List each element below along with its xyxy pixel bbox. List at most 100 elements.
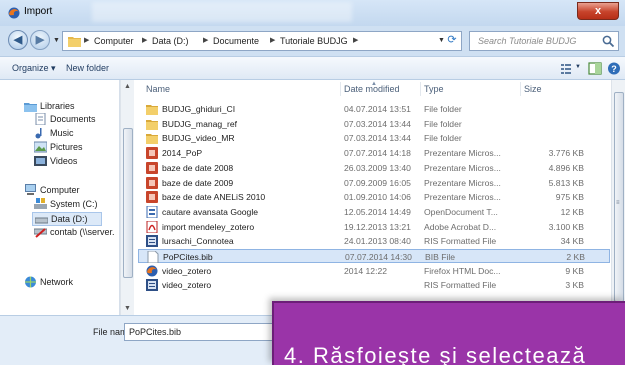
file-size-cell: 34 KB bbox=[560, 236, 584, 247]
scroll-down-arrow-icon[interactable]: ▼ bbox=[124, 305, 131, 312]
file-size-cell: 2 KB bbox=[566, 252, 585, 262]
file-row[interactable]: lursachi_Connotea 24.01.2013 08:40 RIS For… bbox=[138, 234, 610, 248]
breadcrumb-separator: ▶ bbox=[142, 37, 148, 44]
breadcrumb-separator: ▶ bbox=[270, 37, 276, 44]
file-date-cell: 07.03.2014 13:44 bbox=[344, 133, 411, 144]
scroll-up-arrow-icon[interactable]: ▲ bbox=[124, 83, 131, 90]
callout-text: 4. Răsfoieşte şi selectează bbox=[284, 343, 587, 365]
file-row[interactable]: BUDJG_ghiduri_CI 04.07.2014 13:51 File fol… bbox=[138, 102, 610, 116]
file-row-selected[interactable]: PoPCites.bib 07.07.2014 14:30 BIB File 2 KB bbox=[138, 249, 610, 263]
import-dialog: Import x ◀ ▶ ▼ ▶ Computer ▶ Data (D:) ▶ … bbox=[0, 0, 625, 365]
file-type-cell: RIS Formatted File bbox=[424, 280, 497, 291]
ris-icon bbox=[146, 279, 158, 292]
navigation-scrollbar[interactable]: ▲ ▼ bbox=[120, 80, 134, 315]
file-date-cell: 07.07.2014 14:30 bbox=[345, 252, 412, 262]
file-date-cell: 07.07.2014 14:18 bbox=[344, 148, 411, 159]
file-row[interactable]: baze de date 2009 07.09.2009 16:05 Prezent… bbox=[138, 176, 610, 190]
search-input[interactable]: Search Tutoriale BUDJG bbox=[469, 31, 619, 51]
music-icon bbox=[35, 128, 42, 139]
file-type-cell: Prezentare Micros... bbox=[424, 192, 501, 203]
file-type-cell: Prezentare Micros... bbox=[424, 148, 501, 159]
file-name-cell: BUDJG_video_MR bbox=[162, 133, 235, 144]
file-row[interactable]: baze de date 2008 26.03.2009 13:40 Prezent… bbox=[138, 161, 610, 175]
file-row[interactable]: video_zotero 2014 12:22 Firefox HTML Doc..… bbox=[138, 264, 610, 278]
file-type-cell: Prezentare Micros... bbox=[424, 162, 501, 173]
breadcrumb-separator: ▶ bbox=[353, 37, 359, 44]
file-row[interactable]: import mendeley_zotero 19.12.2013 13:21 Ad… bbox=[138, 220, 610, 234]
powerpoint-icon bbox=[146, 161, 158, 174]
search-icon[interactable] bbox=[602, 35, 615, 48]
search-placeholder: Search Tutoriale BUDJG bbox=[478, 36, 577, 46]
preview-pane-icon[interactable] bbox=[588, 62, 602, 75]
nav-item-label: Computer bbox=[40, 185, 80, 195]
new-folder-button[interactable]: New folder bbox=[66, 63, 109, 73]
file-row[interactable]: BUDJG_manag_ref 07.03.2014 13:44 File fold… bbox=[138, 117, 610, 131]
scrollbar-thumb[interactable] bbox=[614, 92, 624, 302]
file-name-cell: cautare avansata Google bbox=[162, 206, 259, 217]
nav-item-data-d[interactable]: Data (D:) bbox=[32, 212, 102, 226]
file-row[interactable]: baze de date ANELiS 2010 01.09.2010 14:06… bbox=[138, 190, 610, 204]
column-header-type[interactable]: Type bbox=[424, 84, 444, 94]
file-date-cell: 26.03.2009 13:40 bbox=[344, 162, 411, 173]
column-divider[interactable] bbox=[520, 82, 521, 96]
nav-item-label: Documents bbox=[50, 114, 96, 124]
file-size-cell: 3.100 KB bbox=[548, 221, 584, 232]
breadcrumb-data-drive[interactable]: Data (D:) bbox=[152, 36, 189, 46]
folder-icon bbox=[146, 119, 158, 130]
organize-button[interactable]: Organize ▾ bbox=[12, 63, 56, 74]
network-drive-icon bbox=[34, 228, 47, 238]
recent-pages-dropdown-icon[interactable]: ▼ bbox=[53, 37, 60, 44]
nav-item-label: Data (D:) bbox=[51, 214, 88, 224]
powerpoint-icon bbox=[146, 191, 158, 204]
column-divider[interactable] bbox=[340, 82, 341, 96]
file-name-cell: lursachi_Connotea bbox=[162, 236, 234, 247]
column-header-date-modified[interactable]: Date modified bbox=[344, 84, 400, 94]
address-bar[interactable]: ▶ Computer ▶ Data (D:) ▶ Documente ▶ Tut… bbox=[62, 31, 462, 51]
file-type-cell: Firefox HTML Doc... bbox=[424, 265, 501, 276]
breadcrumb-documente[interactable]: Documente bbox=[213, 36, 259, 46]
back-button[interactable]: ◀ bbox=[8, 30, 28, 50]
refresh-icon[interactable]: ⟳ bbox=[445, 33, 459, 47]
firefox-icon bbox=[8, 7, 20, 19]
file-row[interactable]: video_zotero RIS Formatted File 3 KB bbox=[138, 278, 610, 292]
nav-item-label: Videos bbox=[50, 156, 78, 166]
file-date-cell: 07.09.2009 16:05 bbox=[344, 177, 411, 188]
scrollbar-thumb[interactable] bbox=[123, 128, 133, 278]
file-name-cell: baze de date ANELiS 2010 bbox=[162, 192, 266, 203]
file-type-cell: OpenDocument T... bbox=[424, 206, 498, 217]
breadcrumb-computer[interactable]: Computer bbox=[94, 36, 134, 46]
file-size-cell: 4.896 KB bbox=[548, 162, 584, 173]
file-type-cell: File folder bbox=[424, 118, 462, 129]
close-button[interactable]: x bbox=[577, 2, 619, 20]
view-options-icon[interactable] bbox=[560, 62, 574, 75]
file-date-cell: 24.01.2013 08:40 bbox=[344, 236, 411, 247]
file-row[interactable]: 2014_PoP 07.07.2014 14:18 Prezentare Micro… bbox=[138, 146, 610, 160]
instruction-callout: 4. Răsfoieşte şi selectează bbox=[272, 301, 625, 365]
breadcrumb-separator: ▶ bbox=[84, 37, 90, 44]
powerpoint-icon bbox=[146, 176, 158, 189]
address-dropdown-icon[interactable]: ▼ bbox=[438, 37, 445, 44]
window-title: Import bbox=[24, 6, 53, 17]
pictures-icon bbox=[34, 141, 47, 153]
file-type-cell: BIB File bbox=[425, 252, 456, 262]
title-bar: Import x bbox=[0, 0, 625, 26]
breadcrumb-tutoriale[interactable]: Tutoriale BUDJG bbox=[280, 36, 348, 46]
file-name-cell: PoPCites.bib bbox=[163, 252, 213, 262]
forward-button[interactable]: ▶ bbox=[30, 30, 50, 50]
column-divider[interactable] bbox=[420, 82, 421, 96]
file-list-scrollbar[interactable]: ≡ bbox=[611, 80, 625, 315]
column-header-name[interactable]: Name bbox=[146, 84, 170, 94]
drive-icon bbox=[34, 198, 47, 209]
file-name-cell: import mendeley_zotero bbox=[162, 221, 255, 232]
folder-icon bbox=[146, 105, 158, 115]
help-icon[interactable]: ? bbox=[607, 62, 621, 75]
file-row[interactable]: BUDJG_video_MR 07.03.2014 13:44 File folde… bbox=[138, 131, 610, 145]
file-size-cell: 12 KB bbox=[560, 206, 584, 217]
view-dropdown-icon[interactable]: ▼ bbox=[575, 64, 581, 70]
file-icon bbox=[147, 251, 159, 263]
file-row[interactable]: cautare avansata Google 12.05.2014 14:49 O… bbox=[138, 205, 610, 219]
file-type-cell: File folder bbox=[424, 104, 462, 114]
folder-icon bbox=[146, 134, 158, 145]
documents-icon bbox=[35, 113, 46, 125]
column-header-size[interactable]: Size bbox=[524, 84, 542, 94]
